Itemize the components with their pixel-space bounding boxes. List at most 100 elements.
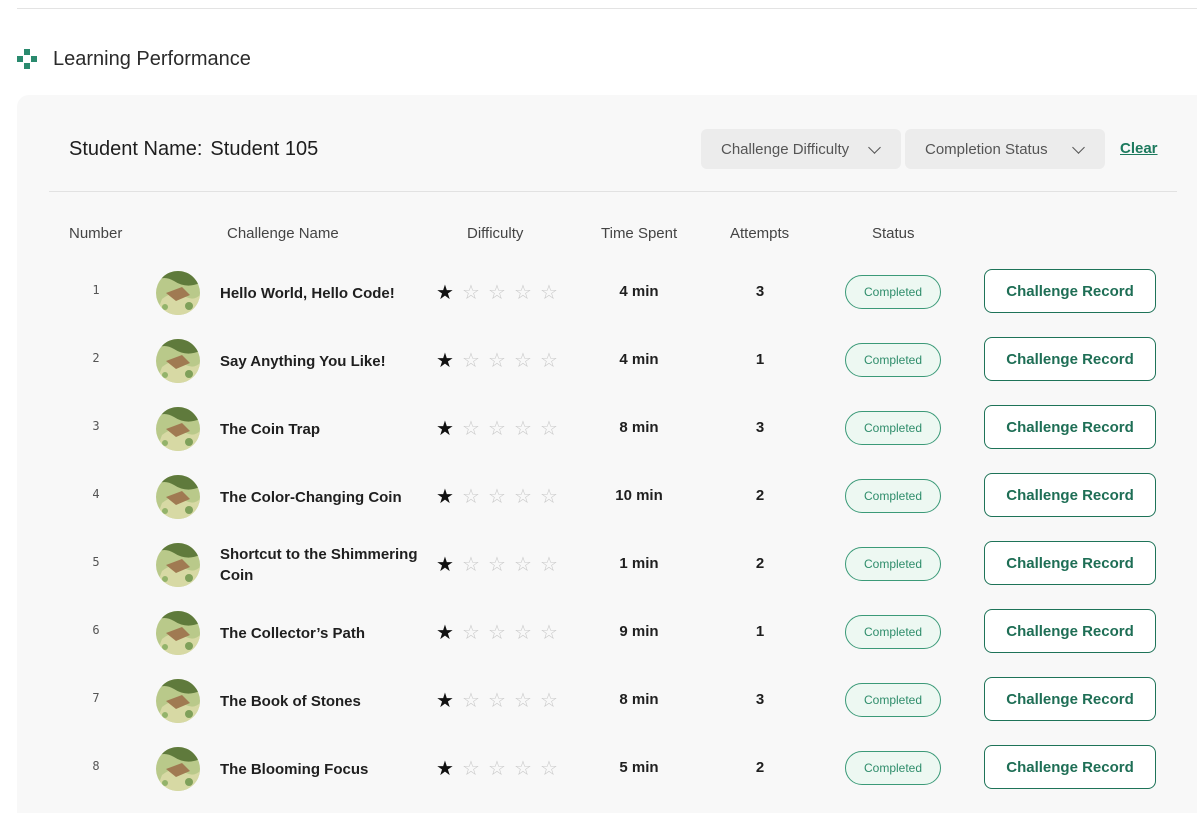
status-filter-label: Completion Status — [925, 140, 1048, 158]
challenge-record-button[interactable]: Challenge Record — [984, 473, 1156, 517]
empty-star-icon: ☆ — [488, 554, 506, 576]
challenge-name: Say Anything You Like! — [220, 327, 420, 395]
column-header-number: Number — [69, 225, 123, 242]
challenge-name-text: The Blooming Focus — [220, 760, 369, 778]
challenge-record-button[interactable]: Challenge Record — [984, 405, 1156, 449]
attempts-count: 2 — [755, 759, 765, 776]
difficulty-filter-dropdown[interactable]: Challenge Difficulty — [701, 129, 901, 169]
challenge-record-button[interactable]: Challenge Record — [984, 677, 1156, 721]
empty-star-icon: ☆ — [540, 282, 558, 304]
row-number: 7 — [92, 691, 100, 705]
challenge-record-button[interactable]: Challenge Record — [984, 269, 1156, 313]
time-spent: 10 min — [615, 487, 663, 504]
empty-star-icon: ☆ — [488, 758, 506, 780]
attempts-count: 2 — [755, 555, 765, 572]
difficulty-stars: ★ ☆ ☆ ☆ ☆ — [436, 689, 566, 713]
status-filter-dropdown[interactable]: Completion Status — [905, 129, 1105, 169]
challenge-name-text: Say Anything You Like! — [220, 352, 386, 370]
empty-star-icon: ☆ — [540, 758, 558, 780]
challenge-record-button[interactable]: Challenge Record — [984, 609, 1156, 653]
empty-star-icon: ☆ — [488, 418, 506, 440]
column-header-difficulty: Difficulty — [467, 225, 524, 242]
challenge-thumbnail — [156, 611, 200, 655]
table-row: 8 The Blooming Focus ★ ☆ ☆ ☆ ☆ 5 min 2 Completed C… — [17, 735, 1197, 803]
student-name: Student Name: Student 105 — [69, 138, 318, 161]
table-row: 4 The Color-Changing Coin ★ ☆ ☆ ☆ ☆ 10 min 2 Comp… — [17, 463, 1197, 531]
difficulty-stars: ★ ☆ ☆ ☆ ☆ — [436, 553, 566, 577]
empty-star-icon: ☆ — [514, 350, 532, 372]
filled-star-icon: ★ — [436, 554, 454, 576]
challenge-record-button[interactable]: Challenge Record — [984, 541, 1156, 585]
difficulty-stars: ★ ☆ ☆ ☆ ☆ — [436, 757, 566, 781]
section-header: Learning Performance — [17, 44, 251, 74]
empty-star-icon: ☆ — [488, 282, 506, 304]
filled-star-icon: ★ — [436, 758, 454, 780]
challenge-name: The Color-Changing Coin — [220, 463, 420, 531]
column-header-name: Challenge Name — [227, 225, 339, 242]
empty-star-icon: ☆ — [488, 486, 506, 508]
attempts-count: 1 — [755, 351, 765, 368]
status-badge: Completed — [845, 479, 941, 513]
empty-star-icon: ☆ — [488, 622, 506, 644]
row-number: 5 — [92, 555, 100, 569]
empty-star-icon: ☆ — [540, 554, 558, 576]
row-number: 6 — [92, 623, 100, 637]
difficulty-stars: ★ ☆ ☆ ☆ ☆ — [436, 281, 566, 305]
challenge-name-text: The Coin Trap — [220, 420, 321, 438]
challenge-name: The Book of Stones — [220, 667, 420, 735]
empty-star-icon: ☆ — [514, 690, 532, 712]
empty-star-icon: ☆ — [514, 758, 532, 780]
empty-star-icon: ☆ — [462, 350, 480, 372]
challenge-name: Hello World, Hello Code! — [220, 259, 420, 327]
difficulty-stars: ★ ☆ ☆ ☆ ☆ — [436, 621, 566, 645]
empty-star-icon: ☆ — [462, 554, 480, 576]
challenge-name: The Blooming Focus — [220, 735, 420, 803]
attempts-count: 1 — [755, 623, 765, 640]
column-header-time: Time Spent — [601, 225, 678, 242]
status-badge: Completed — [845, 411, 941, 445]
column-header-status: Status — [872, 225, 915, 242]
table-row: 3 The Coin Trap ★ ☆ ☆ ☆ ☆ 8 min 3 Completed Challe… — [17, 395, 1197, 463]
empty-star-icon: ☆ — [462, 758, 480, 780]
time-spent: 8 min — [619, 419, 659, 436]
challenge-thumbnail — [156, 679, 200, 723]
empty-star-icon: ☆ — [488, 350, 506, 372]
panel-header: Student Name: Student 105 Challenge Diffi… — [17, 95, 1197, 191]
attempts-count: 3 — [755, 419, 765, 436]
table-row: 5 Shortcut to the Shimmering Coin ★ ☆ ☆ ☆ ☆ 1 m… — [17, 531, 1197, 599]
clear-filters-link[interactable]: Clear — [1120, 140, 1158, 157]
table-row: 7 The Book of Stones ★ ☆ ☆ ☆ ☆ 8 min 3 Completed C… — [17, 667, 1197, 735]
challenge-name-text: Hello World, Hello Code! — [220, 284, 395, 302]
time-spent: 1 min — [619, 555, 659, 572]
challenge-name: The Collector’s Path — [220, 599, 420, 667]
challenge-thumbnail — [156, 475, 200, 519]
column-header-attempts: Attempts — [730, 225, 790, 242]
status-badge: Completed — [845, 751, 941, 785]
empty-star-icon: ☆ — [514, 282, 532, 304]
challenge-thumbnail — [156, 747, 200, 791]
attempts-count: 2 — [755, 487, 765, 504]
empty-star-icon: ☆ — [514, 486, 532, 508]
section-title: Learning Performance — [53, 47, 251, 70]
filled-star-icon: ★ — [436, 282, 454, 304]
table-row: 6 The Collector’s Path ★ ☆ ☆ ☆ ☆ 9 min 1 Complete… — [17, 599, 1197, 667]
time-spent: 9 min — [619, 623, 659, 640]
empty-star-icon: ☆ — [540, 418, 558, 440]
table-row: 1 Hello World, Hello Code! ★ ☆ ☆ ☆ ☆ 4 min 3 Comp… — [17, 259, 1197, 327]
challenge-name-text: The Collector’s Path — [220, 624, 366, 642]
time-spent: 4 min — [619, 283, 659, 300]
challenge-record-button[interactable]: Challenge Record — [984, 337, 1156, 381]
empty-star-icon: ☆ — [540, 486, 558, 508]
performance-panel: Student Name: Student 105 Challenge Diffi… — [17, 95, 1197, 813]
status-badge: Completed — [845, 343, 941, 377]
empty-star-icon: ☆ — [514, 622, 532, 644]
challenge-thumbnail — [156, 543, 200, 587]
time-spent: 8 min — [619, 691, 659, 708]
time-spent: 5 min — [619, 759, 659, 776]
row-number: 2 — [92, 351, 100, 365]
difficulty-stars: ★ ☆ ☆ ☆ ☆ — [436, 349, 566, 373]
empty-star-icon: ☆ — [462, 486, 480, 508]
challenge-record-button[interactable]: Challenge Record — [984, 745, 1156, 789]
challenge-name-text: The Color-Changing Coin — [220, 488, 402, 506]
chevron-down-icon — [1072, 141, 1085, 154]
